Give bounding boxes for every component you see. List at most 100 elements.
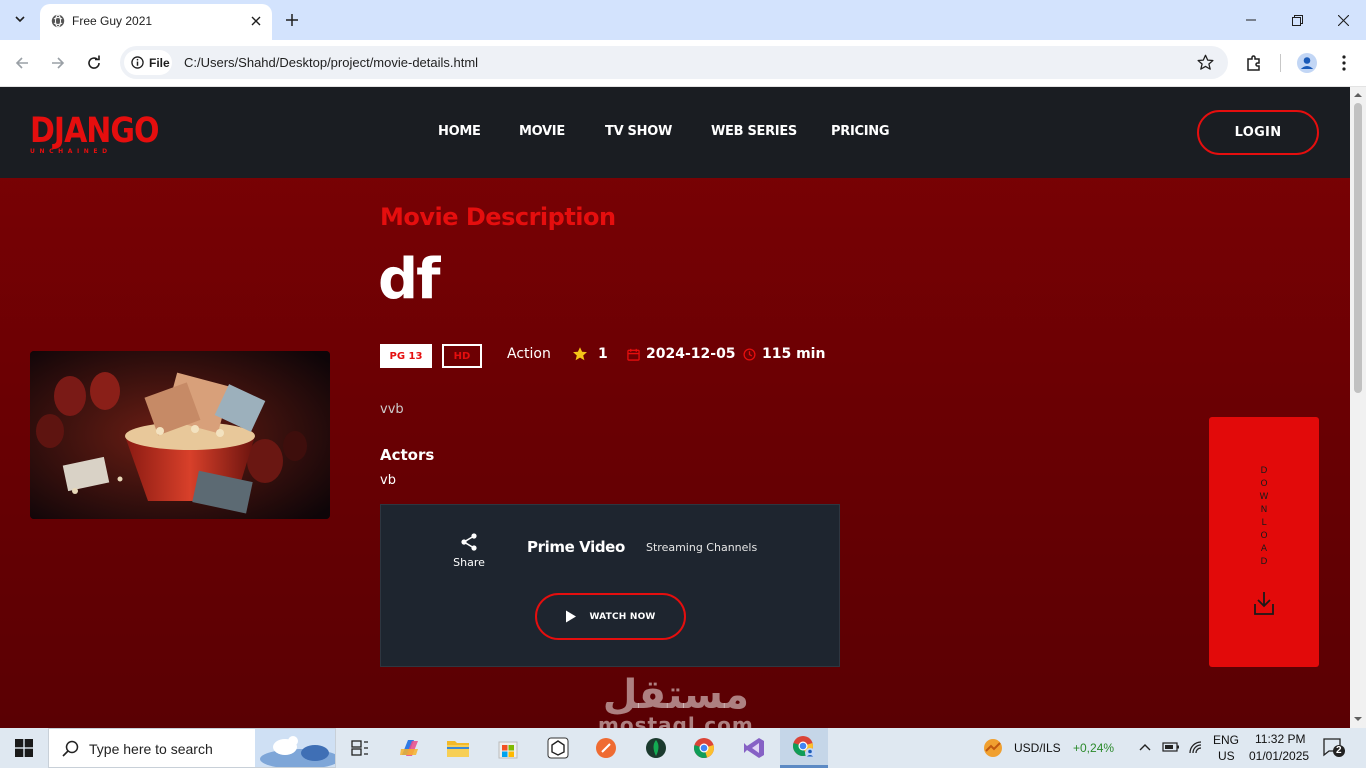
browser-tab-bar: Free Guy 2021	[0, 0, 1366, 40]
store-icon	[498, 741, 518, 759]
url-text[interactable]: C:/Users/Shahd/Desktop/project/movie-det…	[184, 55, 478, 70]
reload-button[interactable]	[82, 51, 106, 75]
movie-title: df	[378, 247, 440, 312]
arrow-left-icon	[15, 57, 28, 69]
quality-badge: HD	[442, 344, 482, 368]
duration: 115 min	[743, 346, 825, 362]
ticker-change[interactable]: +0,24%	[1073, 741, 1114, 755]
login-button[interactable]: LOGIN	[1197, 110, 1319, 155]
mongodb-app[interactable]	[632, 728, 680, 768]
release-date: 2024-12-05	[627, 346, 736, 362]
address-bar[interactable]: File C:/Users/Shahd/Desktop/project/movi…	[120, 46, 1228, 79]
logo-title: DJANGO	[30, 110, 160, 151]
site-logo[interactable]: DJANGO UNCHAINED	[30, 110, 160, 155]
watch-now-label: WATCH NOW	[589, 611, 656, 622]
back-button[interactable]	[10, 51, 34, 75]
region-code[interactable]: US	[1218, 749, 1235, 763]
restore-button[interactable]	[1274, 0, 1320, 40]
nav-tv-show[interactable]: TV SHOW	[605, 124, 672, 139]
nav-pricing[interactable]: PRICING	[831, 124, 890, 139]
windows-taskbar: Type here to search USD/ILS +0,24% ENG U…	[0, 728, 1366, 768]
taskbar-search[interactable]: Type here to search	[48, 728, 336, 768]
visual-studio-app[interactable]	[730, 728, 778, 768]
postman-icon	[596, 738, 616, 758]
start-button[interactable]	[0, 728, 48, 768]
minimize-button[interactable]	[1228, 0, 1274, 40]
genre-label: Action	[507, 346, 551, 362]
chrome-app[interactable]	[680, 728, 728, 768]
tab-search-button[interactable]	[8, 7, 32, 31]
watch-now-button[interactable]: WATCH NOW	[535, 593, 686, 640]
chevron-up-icon[interactable]	[1139, 742, 1151, 752]
tab-close-button[interactable]	[248, 13, 264, 29]
stock-widget-icon[interactable]	[982, 737, 1004, 759]
battery-icon[interactable]	[1162, 741, 1180, 753]
new-tab-button[interactable]	[282, 10, 302, 30]
chevron-down-icon	[15, 16, 25, 23]
menu-button[interactable]	[1332, 51, 1356, 75]
rating: 1	[572, 346, 608, 362]
download-icon	[1254, 592, 1274, 615]
nav-home[interactable]: HOME	[438, 124, 481, 139]
profile-button[interactable]	[1295, 51, 1319, 75]
web-page: DJANGO UNCHAINED HOME MOVIE TV SHOW WEB …	[0, 87, 1350, 728]
page-scrollbar[interactable]	[1350, 87, 1366, 728]
clock-date[interactable]: 01/01/2025	[1249, 749, 1309, 763]
movie-description: vvb	[380, 402, 404, 417]
nav-movie[interactable]: MOVIE	[519, 124, 565, 139]
info-icon	[131, 56, 144, 69]
share-icon	[461, 533, 477, 551]
plus-icon	[286, 14, 298, 26]
genre-text: Action	[507, 346, 551, 362]
clock-time[interactable]: 11:32 PM	[1255, 732, 1305, 746]
site-info-chip[interactable]: File	[124, 50, 172, 75]
file-explorer-app[interactable]	[434, 728, 482, 768]
release-date-value: 2024-12-05	[646, 346, 736, 362]
copilot-icon	[400, 740, 418, 756]
scroll-down-icon[interactable]	[1354, 715, 1362, 723]
ticker-name[interactable]: USD/ILS	[1014, 741, 1061, 755]
extensions-button[interactable]	[1242, 51, 1266, 75]
streaming-channels-label: Streaming Channels	[646, 541, 758, 554]
puzzle-icon	[1247, 55, 1260, 71]
task-view-button[interactable]	[336, 728, 384, 768]
tab-title: Free Guy 2021	[72, 14, 153, 28]
movie-poster	[30, 351, 330, 519]
visual-studio-icon	[744, 738, 764, 758]
minimize-icon	[1246, 19, 1256, 21]
microsoft-store-app[interactable]	[484, 728, 532, 768]
actors-list: vb	[380, 473, 396, 488]
streaming-panel: Share Prime Video Streaming Channels WAT…	[380, 504, 840, 667]
calendar-icon	[627, 348, 640, 361]
network-icon[interactable]	[1188, 740, 1204, 754]
globe-icon	[51, 14, 65, 28]
download-label: DOWNLOAD	[1259, 465, 1269, 569]
unity-app[interactable]	[534, 728, 582, 768]
arrow-right-icon	[52, 57, 65, 69]
task-view-icon	[351, 740, 368, 756]
watermark-arabic: مستقل	[602, 672, 750, 718]
provider-name: Prime Video	[527, 538, 625, 556]
nav-web-series[interactable]: WEB SERIES	[711, 124, 797, 139]
download-button[interactable]: DOWNLOAD	[1209, 417, 1319, 667]
postman-app[interactable]	[582, 728, 630, 768]
play-icon	[566, 610, 577, 623]
forward-button[interactable]	[46, 51, 70, 75]
download-label-text: DOWNLOAD	[1259, 466, 1269, 567]
scroll-up-icon[interactable]	[1354, 91, 1362, 99]
share-button[interactable]: Share	[451, 532, 487, 569]
copilot-app[interactable]	[386, 728, 434, 768]
chrome-profile-app[interactable]	[780, 728, 828, 768]
browser-tab[interactable]: Free Guy 2021	[40, 4, 272, 40]
unity-icon	[547, 737, 569, 759]
scroll-thumb[interactable]	[1354, 103, 1362, 393]
bookmark-star-icon[interactable]	[1197, 54, 1214, 71]
rating-value: 1	[598, 346, 608, 362]
search-highlight-image	[255, 729, 335, 767]
chrome-icon	[793, 735, 815, 758]
language-code[interactable]: ENG	[1213, 733, 1239, 747]
search-placeholder: Type here to search	[89, 741, 213, 757]
chrome-icon	[694, 738, 714, 758]
section-title: Movie Description	[380, 203, 616, 231]
window-close-button[interactable]	[1320, 0, 1366, 40]
